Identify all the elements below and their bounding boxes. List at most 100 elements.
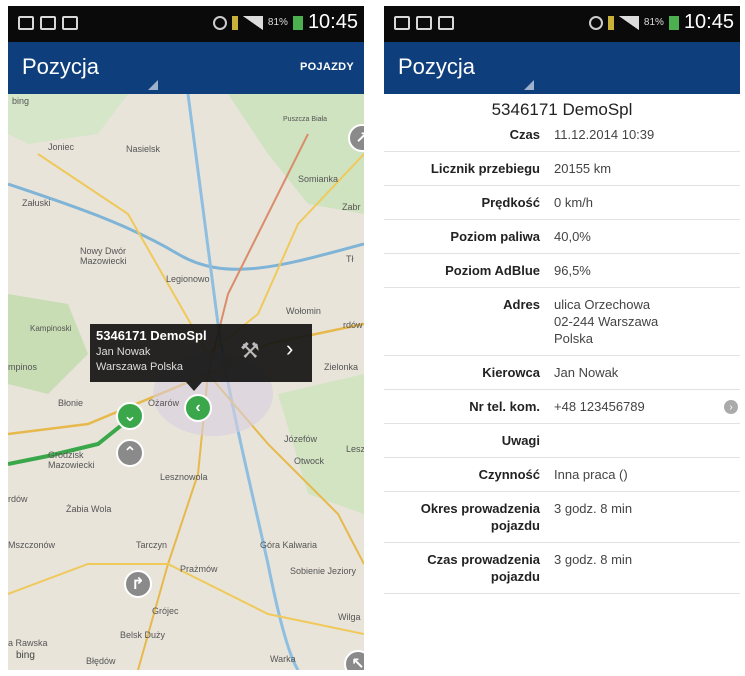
- image-icon: [62, 16, 78, 30]
- detail-row: Okres prowadzenia pojazdu 3 godz. 8 min: [384, 492, 740, 543]
- detail-value: 0 km/h: [554, 195, 594, 210]
- message-icon: [438, 16, 454, 30]
- place-label: Józefów: [284, 434, 318, 444]
- place-label: Zabr: [342, 202, 361, 212]
- screen-title-dropdown[interactable]: Pozycja: [22, 54, 99, 80]
- detail-label: Okres prowadzenia pojazdu: [420, 501, 540, 533]
- vehicle-name: 5346171 DemoSpl: [491, 100, 633, 119]
- place-label: rdów: [343, 320, 363, 330]
- popup-location: Warszawa Polska: [96, 361, 184, 373]
- vehicles-button[interactable]: POJAZDY: [300, 61, 354, 73]
- detail-row: Poziom paliwa 40,0%: [384, 220, 740, 254]
- detail-value[interactable]: +48 123456789: [540, 390, 740, 423]
- place-label: Żabia Wola: [66, 504, 112, 514]
- detail-row: Czas prowadzenia pojazdu 3 godz. 8 min: [384, 543, 740, 594]
- status-bar: 81% 10:45: [8, 6, 364, 42]
- place-label: Joniec: [48, 142, 75, 152]
- screen-title-dropdown[interactable]: Pozycja: [398, 54, 475, 80]
- call-icon[interactable]: ›: [724, 400, 738, 414]
- detail-value: 3 godz. 8 min: [554, 501, 633, 516]
- details-screen: 81% 10:45 Pozycja 5346171 DemoSpl Czas 11…: [384, 6, 740, 670]
- selected-vehicle-marker[interactable]: ‹: [184, 394, 212, 422]
- place-label: Zielonka: [324, 362, 359, 372]
- map-view[interactable]: bing Joniec Nasielsk Załuski Puszcza Bia…: [8, 94, 364, 670]
- detail-row: Nr tel. kom. +48 123456789 ›: [384, 390, 740, 424]
- place-label: Tł: [346, 254, 354, 264]
- place-label: Prażmów: [180, 564, 218, 574]
- detail-label: Licznik przebiegu: [430, 161, 540, 176]
- place-label: Nasielsk: [126, 144, 161, 154]
- place-label: rdów: [8, 494, 28, 504]
- detail-label: Poziom paliwa: [450, 229, 540, 244]
- place-label: Załuski: [22, 198, 51, 208]
- place-label: a Rawska: [8, 638, 48, 648]
- detail-value: 40,0%: [554, 229, 591, 244]
- place-label: Mszczonów: [8, 540, 56, 550]
- detail-label: Adres: [503, 297, 540, 312]
- vehicle-details: 5346171 DemoSpl Czas 11.12.2014 10:39 Licz…: [384, 94, 740, 670]
- place-label: Belsk Duży: [120, 630, 166, 640]
- detail-value: [540, 424, 740, 457]
- detail-value: 96,5%: [554, 263, 591, 278]
- detail-row: Czynność Inna praca (): [384, 458, 740, 492]
- detail-value: Jan Nowak: [554, 365, 619, 380]
- place-label: Kampinoski: [30, 324, 72, 333]
- action-bar: Pozycja: [384, 42, 740, 94]
- chevron-right-icon[interactable]: ›: [286, 336, 293, 362]
- place-label: Warka: [270, 654, 296, 664]
- place-label: Legionowo: [166, 274, 210, 284]
- place-label: Grójec: [152, 606, 179, 616]
- detail-label: Poziom AdBlue: [445, 263, 540, 278]
- signal-icon: [242, 15, 263, 30]
- dropdown-indicator-icon: [148, 80, 158, 90]
- place-label: Góra Kalwaria: [260, 540, 318, 550]
- map-screen: 81% 10:45 Pozycja POJAZDY bing Joniec Na…: [8, 6, 364, 670]
- detail-row: Poziom AdBlue 96,5%: [384, 254, 740, 288]
- battery-icon: [668, 15, 679, 30]
- place-label: Otwock: [294, 456, 325, 466]
- tools-icon: ⚒: [240, 338, 260, 363]
- action-bar: Pozycja POJAZDY: [8, 42, 364, 94]
- vehicle-popup[interactable]: 5346171 DemoSpl Jan Nowak Warszawa Polsk…: [90, 324, 312, 382]
- signal-icon: [618, 15, 639, 30]
- detail-label: Uwagi: [501, 433, 540, 448]
- place-label: mpinos: [8, 362, 38, 372]
- alarm-icon: [212, 15, 227, 30]
- detail-row: Kierowca Jan Nowak: [384, 356, 740, 390]
- vehicle-marker-grey[interactable]: ↱: [124, 570, 152, 598]
- detail-value: 3 godz. 8 min: [554, 552, 633, 567]
- detail-label: Kierowca: [482, 365, 540, 380]
- battery-percent: 81%: [643, 17, 664, 28]
- bing-logo: bing: [16, 650, 35, 661]
- popup-tail: [186, 382, 202, 391]
- detail-row: Licznik przebiegu 20155 km: [384, 152, 740, 186]
- place-label: Ożarów: [148, 398, 180, 408]
- dropdown-indicator-icon: [524, 80, 534, 90]
- detail-label: Nr tel. kom.: [469, 399, 540, 414]
- usb-icon: [231, 15, 238, 30]
- alarm-icon: [588, 15, 603, 30]
- place-label: Tarczyn: [136, 540, 168, 550]
- place-label: Sobienie Jeziory: [290, 566, 357, 576]
- detail-label: Czas prowadzenia pojazdu: [427, 552, 540, 584]
- message-icon: [40, 16, 56, 30]
- place-label: Grodzisk Mazowiecki: [48, 450, 95, 470]
- vehicle-marker-green[interactable]: ⌄: [116, 402, 144, 430]
- place-label: Puszcza Biała: [283, 116, 327, 123]
- detail-label: Czynność: [478, 467, 540, 482]
- detail-value: ulica Orzechowa 02-244 Warszawa Polska: [554, 297, 659, 346]
- detail-value: Inna praca (): [554, 467, 628, 482]
- status-bar: 81% 10:45: [384, 6, 740, 42]
- battery-icon: [292, 15, 303, 30]
- detail-value: 20155 km: [554, 161, 612, 176]
- popup-driver: Jan Nowak: [96, 346, 151, 358]
- place-label: Nowy Dwór Mazowiecki: [80, 246, 127, 266]
- place-label: Błędów: [86, 656, 116, 666]
- image-icon: [394, 16, 410, 30]
- vehicle-marker-grey[interactable]: ⌃: [116, 439, 144, 467]
- detail-label: Prędkość: [481, 195, 540, 210]
- place-label: Błonie: [58, 398, 84, 408]
- detail-row: Czas 11.12.2014 10:39: [384, 124, 740, 152]
- detail-row: Prędkość 0 km/h: [384, 186, 740, 220]
- detail-label: Czas: [509, 127, 540, 142]
